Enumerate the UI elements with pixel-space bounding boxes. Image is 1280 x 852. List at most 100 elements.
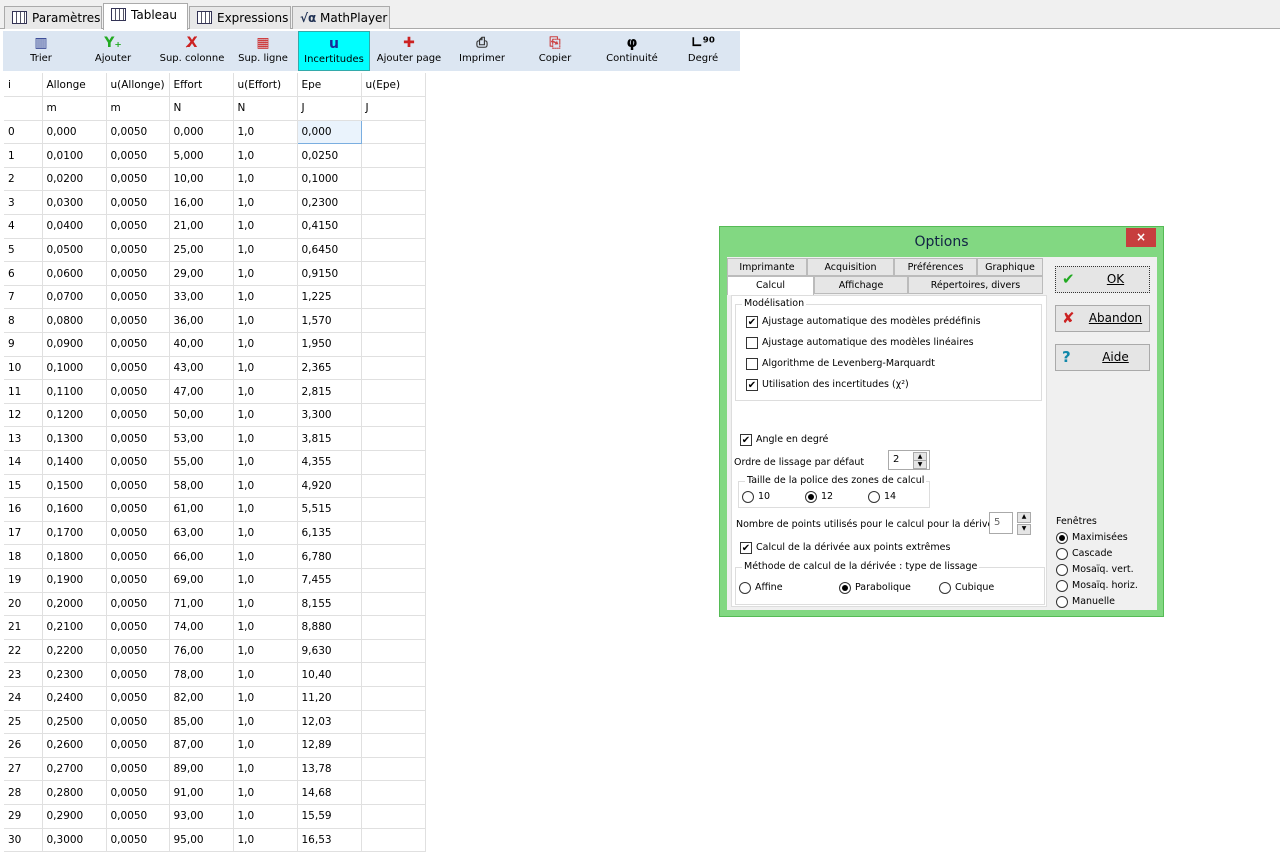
cell[interactable]: 53,00 (169, 426, 234, 451)
cell[interactable]: 1,0 (233, 261, 298, 286)
cell[interactable] (361, 544, 426, 569)
cell[interactable]: 85,00 (169, 710, 234, 735)
cell[interactable]: Epe (297, 73, 362, 98)
cell[interactable]: 21,00 (169, 214, 234, 239)
cell[interactable]: 0,1300 (42, 426, 107, 451)
cell[interactable] (361, 143, 426, 168)
cell[interactable]: 0,0600 (42, 261, 107, 286)
radio-option[interactable]: Cascade (1056, 547, 1112, 560)
checkbox[interactable] (746, 357, 758, 370)
cell[interactable]: 9 (4, 332, 43, 357)
cell[interactable]: 7 (4, 285, 43, 310)
cell[interactable]: 0,2000 (42, 592, 107, 617)
cell[interactable]: 1,0 (233, 356, 298, 381)
spin-up-icon[interactable]: ▲ (1017, 512, 1031, 523)
cell[interactable] (361, 662, 426, 687)
cell[interactable]: 0,2700 (42, 757, 107, 782)
cell[interactable]: 0,0050 (106, 403, 170, 428)
cell[interactable]: 5,515 (297, 497, 362, 522)
cell[interactable]: 1,0 (233, 568, 298, 593)
cell[interactable]: 0,0050 (106, 379, 170, 404)
cell[interactable]: 0,2200 (42, 639, 107, 664)
spin-down-icon[interactable]: ▼ (913, 460, 927, 469)
cell[interactable]: 0,0050 (106, 332, 170, 357)
cell[interactable]: 0,1000 (42, 356, 107, 381)
tab-tableau[interactable]: Tableau (103, 3, 188, 30)
cell[interactable]: 0,0050 (106, 710, 170, 735)
cell[interactable] (361, 332, 426, 357)
cell[interactable] (361, 828, 426, 852)
cell[interactable]: 0,0700 (42, 285, 107, 310)
cell[interactable]: 20 (4, 592, 43, 617)
cell[interactable]: 19 (4, 568, 43, 593)
radio-option[interactable]: 14 (868, 490, 896, 503)
toolbar-incertitudes-button[interactable]: u Incertitudes (298, 31, 370, 71)
cell[interactable]: 0,000 (296, 119, 362, 145)
cell[interactable]: 71,00 (169, 592, 234, 617)
cell[interactable]: 0,0900 (42, 332, 107, 357)
cell[interactable]: 0,2900 (42, 804, 107, 829)
cell[interactable]: 91,00 (169, 780, 234, 805)
cell[interactable]: 23 (4, 662, 43, 687)
cell[interactable]: m (42, 96, 107, 121)
cell[interactable]: 0,0050 (106, 190, 170, 216)
cell[interactable]: 0,0050 (106, 426, 170, 451)
cell[interactable]: 1,0 (233, 308, 298, 334)
cell[interactable]: 40,00 (169, 332, 234, 357)
cell[interactable]: 50,00 (169, 403, 234, 428)
dialog-tab[interactable]: Préférences (894, 258, 977, 276)
cell[interactable]: 1,0 (233, 615, 298, 640)
cell[interactable]: 1,0 (233, 780, 298, 805)
cell[interactable] (361, 238, 426, 263)
checkbox[interactable]: ✔ (746, 315, 758, 328)
cell[interactable] (361, 167, 426, 192)
cell[interactable]: 0,0300 (42, 190, 107, 216)
cell[interactable]: 0,0500 (42, 238, 107, 263)
cell[interactable]: 10 (4, 356, 43, 381)
cell[interactable]: 89,00 (169, 757, 234, 782)
radio[interactable] (839, 581, 851, 594)
tab-parametres[interactable]: Paramètres (4, 6, 102, 29)
checkbox[interactable]: ✔ (746, 378, 758, 391)
cell[interactable]: 0,0050 (106, 828, 170, 852)
cell[interactable] (361, 521, 426, 546)
cell[interactable]: 0,0250 (297, 143, 362, 168)
cell[interactable] (4, 96, 43, 121)
radio[interactable] (739, 581, 751, 594)
cell[interactable]: 0,9150 (297, 261, 362, 286)
cell[interactable] (361, 214, 426, 239)
cell[interactable]: 1,0 (233, 757, 298, 782)
cell[interactable] (361, 780, 426, 805)
ok-button[interactable]: ✔ OK (1055, 266, 1150, 293)
cell[interactable]: 0,0050 (106, 285, 170, 310)
radio[interactable] (805, 490, 817, 503)
cell[interactable]: 0,2300 (297, 190, 362, 216)
cell[interactable]: 12 (4, 403, 43, 428)
cell[interactable]: 0,1100 (42, 379, 107, 404)
cell[interactable]: 74,00 (169, 615, 234, 640)
cell[interactable]: J (297, 96, 362, 121)
cell[interactable]: 1,0 (233, 804, 298, 829)
cell[interactable]: 0,1800 (42, 544, 107, 569)
cell[interactable]: 4,920 (297, 474, 362, 499)
cell[interactable]: 1,0 (233, 639, 298, 664)
cell[interactable] (361, 450, 426, 475)
cell[interactable]: 0,0050 (106, 308, 170, 334)
cell[interactable]: 2,815 (297, 379, 362, 404)
cell[interactable]: 0,1200 (42, 403, 107, 428)
cell[interactable]: 0,2600 (42, 733, 107, 758)
cell[interactable]: 0,000 (42, 120, 107, 145)
cell[interactable]: 12,03 (297, 710, 362, 735)
radio-option[interactable]: 10 (742, 490, 770, 503)
radio[interactable] (1056, 531, 1068, 544)
cell[interactable]: 0,2100 (42, 615, 107, 640)
toolbar-trier-button[interactable]: ▥ Trier (21, 31, 61, 71)
dialog-tab[interactable]: Imprimante (727, 258, 807, 276)
cell[interactable]: 0,000 (169, 120, 234, 145)
cell[interactable]: 1,0 (233, 828, 298, 852)
cell[interactable]: 58,00 (169, 474, 234, 499)
cell[interactable]: 3,300 (297, 403, 362, 428)
cell[interactable] (361, 639, 426, 664)
cell[interactable]: 29 (4, 804, 43, 829)
cell[interactable]: 21 (4, 615, 43, 640)
